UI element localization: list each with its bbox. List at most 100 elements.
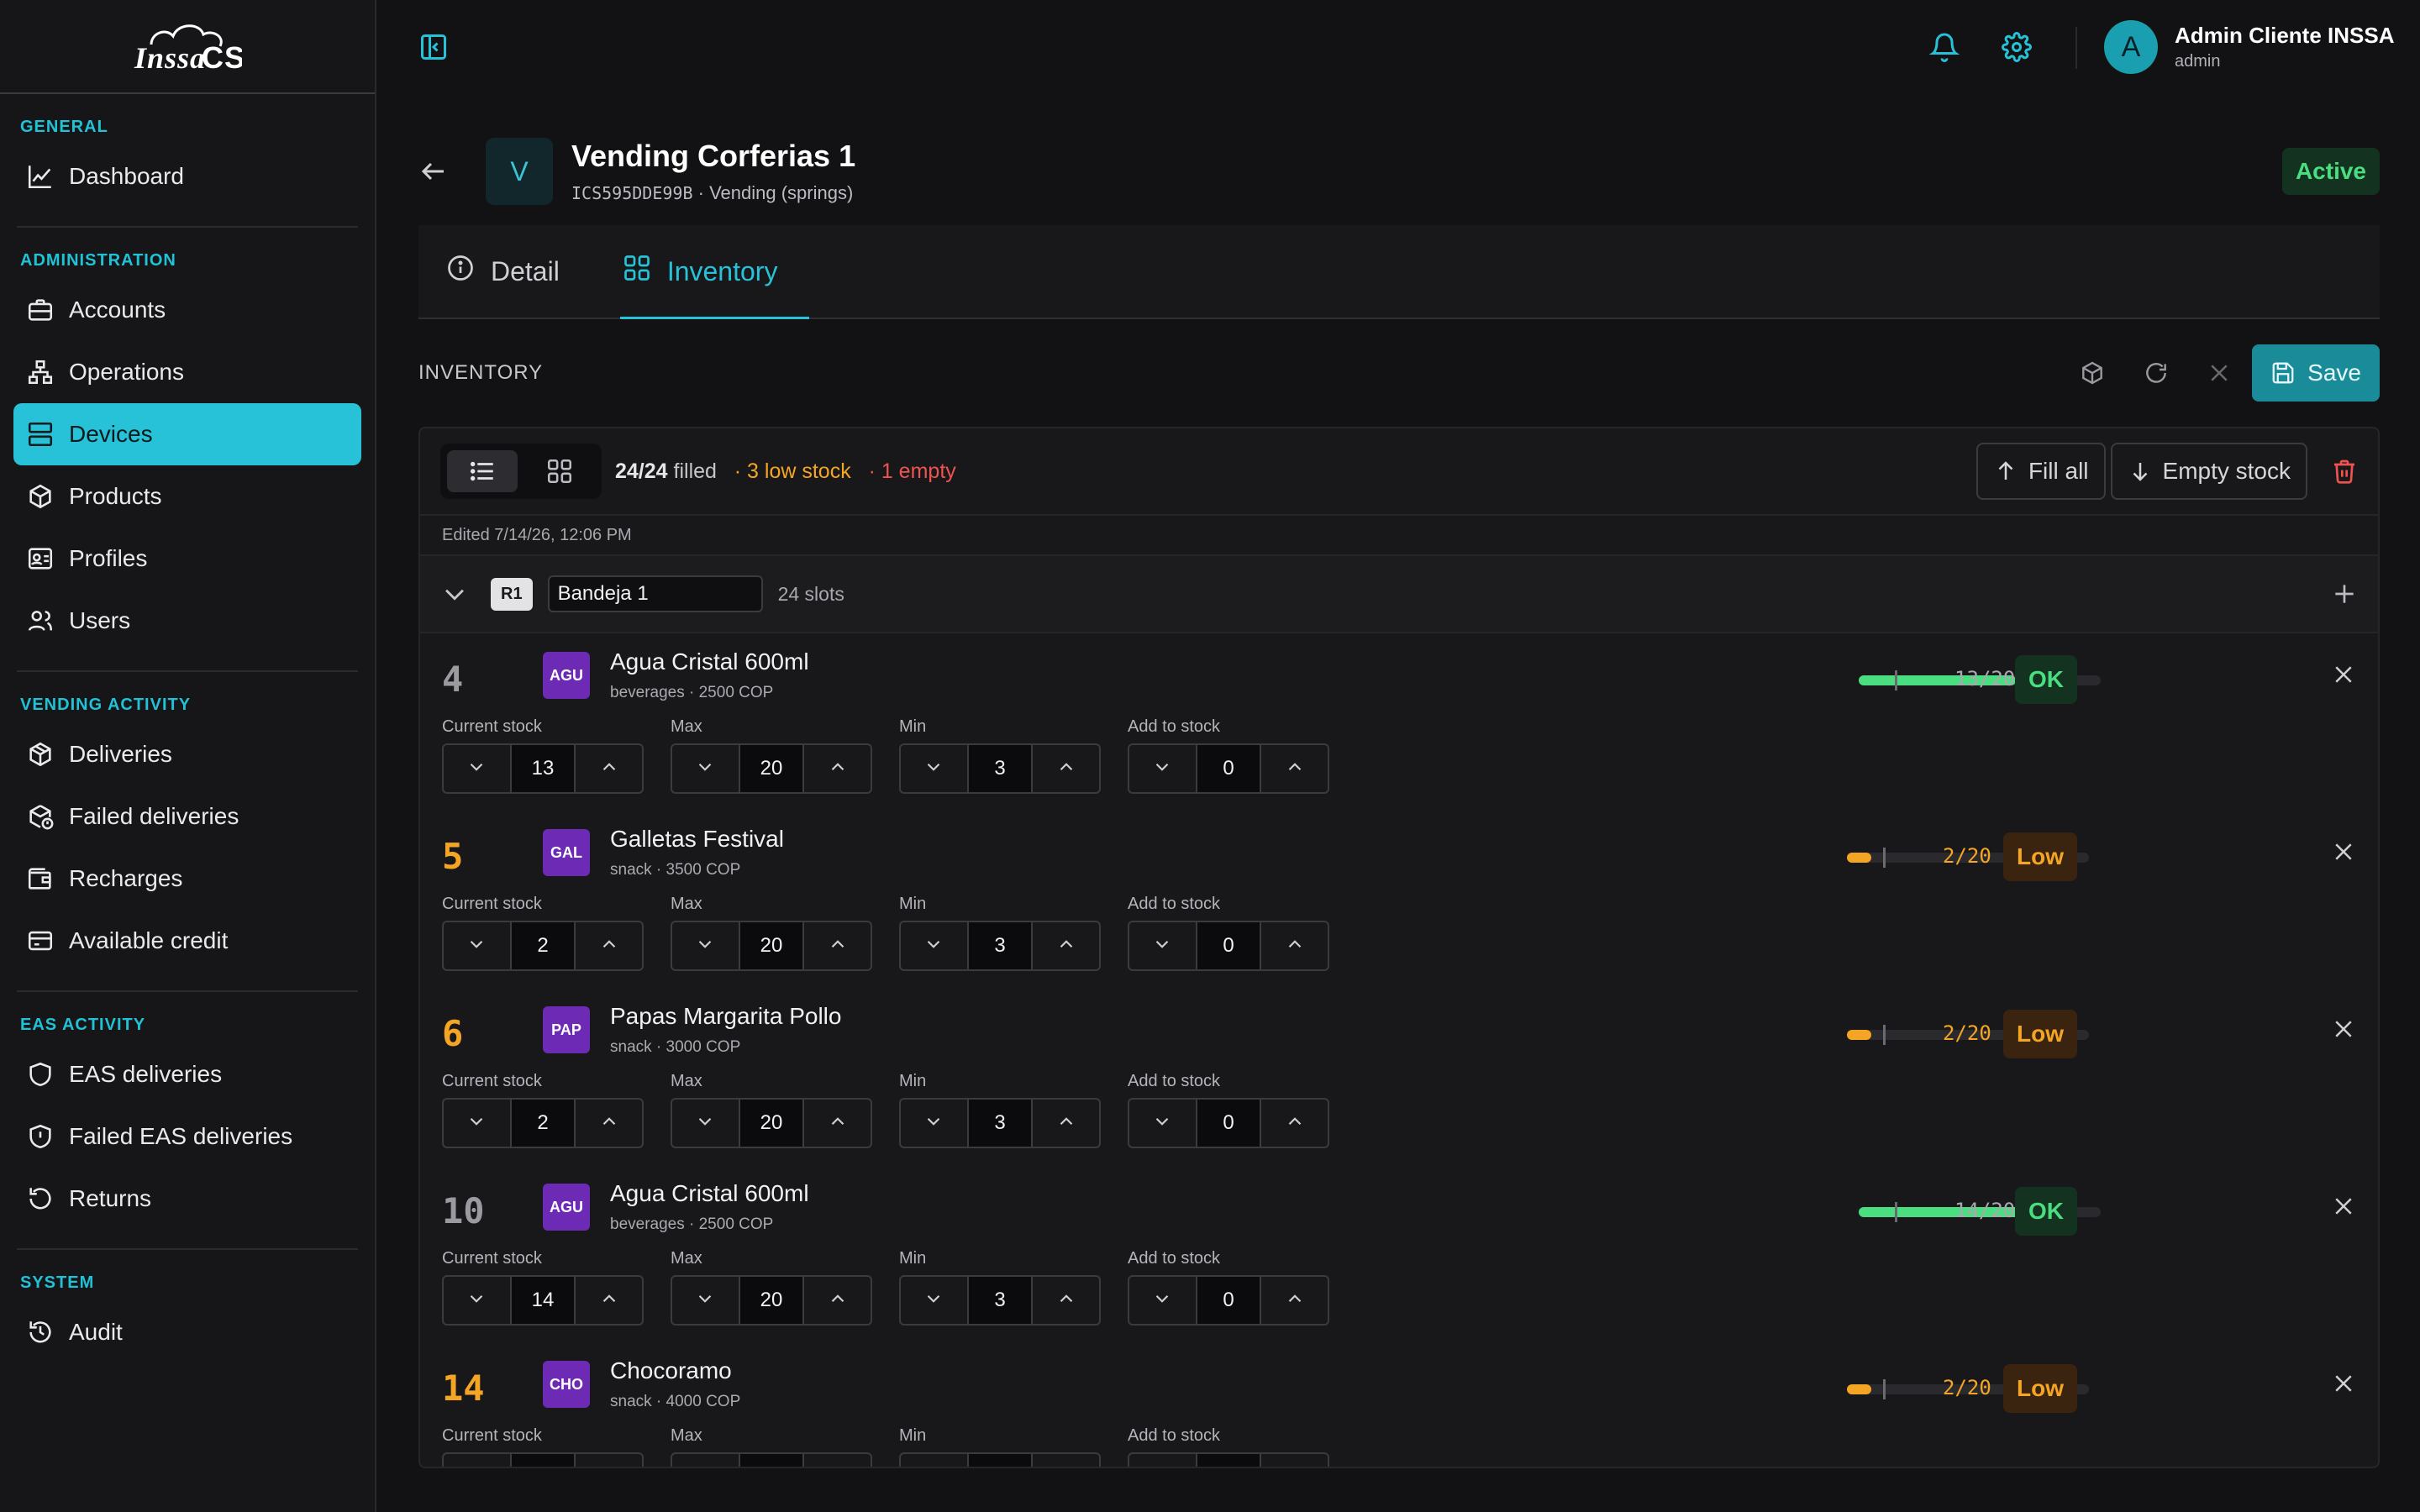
decrement-button[interactable] xyxy=(672,745,739,792)
user-menu[interactable]: A Admin Cliente INSSA admin xyxy=(2104,20,2394,74)
decrement-button[interactable] xyxy=(444,922,510,969)
list-view-button[interactable] xyxy=(447,450,518,492)
min-value[interactable]: 3 xyxy=(966,745,1034,792)
decrement-button[interactable] xyxy=(1129,922,1196,969)
sidebar-item-failed-eas-deliveries[interactable]: Failed EAS deliveries xyxy=(13,1105,361,1168)
current-value[interactable]: 13 xyxy=(509,745,576,792)
remove-slot-icon[interactable] xyxy=(2331,662,2356,691)
add-value[interactable]: 0 xyxy=(1195,1100,1262,1147)
chevron-down-icon[interactable] xyxy=(440,580,469,608)
max-value[interactable]: 20 xyxy=(738,1100,805,1147)
sidebar-toggle-icon[interactable] xyxy=(418,32,449,62)
max-value[interactable]: 20 xyxy=(738,922,805,969)
increment-button[interactable] xyxy=(804,922,871,969)
current-value[interactable]: 2 xyxy=(509,1100,576,1147)
increment-button[interactable] xyxy=(1261,1100,1328,1147)
increment-button[interactable] xyxy=(1033,922,1099,969)
tray-name-input[interactable] xyxy=(547,575,763,612)
sidebar-item-recharges[interactable]: Recharges xyxy=(13,848,361,910)
gear-icon[interactable] xyxy=(2002,32,2032,62)
max-value[interactable] xyxy=(738,1454,805,1467)
empty-stock-button[interactable]: Empty stock xyxy=(2110,443,2307,500)
max-value[interactable]: 20 xyxy=(738,745,805,792)
bell-icon[interactable] xyxy=(1929,32,1960,62)
add-value[interactable]: 0 xyxy=(1195,745,1262,792)
decrement-button[interactable] xyxy=(444,1100,510,1147)
remove-slot-icon[interactable] xyxy=(2331,1194,2356,1223)
add-value[interactable] xyxy=(1195,1454,1262,1467)
back-arrow-icon[interactable] xyxy=(418,156,449,186)
increment-button[interactable] xyxy=(804,1277,871,1324)
current-value[interactable]: 14 xyxy=(509,1277,576,1324)
decrement-button[interactable] xyxy=(672,1277,739,1324)
sidebar-item-deliveries[interactable]: Deliveries xyxy=(13,723,361,785)
sidebar-item-failed-deliveries[interactable]: Failed deliveries xyxy=(13,785,361,848)
min-value[interactable]: 3 xyxy=(966,1100,1034,1147)
fill-all-button[interactable]: Fill all xyxy=(1975,443,2106,500)
decrement-button[interactable] xyxy=(901,922,967,969)
decrement-button[interactable] xyxy=(444,1454,510,1467)
sidebar-item-users[interactable]: Users xyxy=(13,590,361,652)
current-value[interactable] xyxy=(509,1454,576,1467)
current-value[interactable]: 2 xyxy=(509,922,576,969)
add-value[interactable]: 0 xyxy=(1195,922,1262,969)
sidebar-item-dashboard[interactable]: Dashboard xyxy=(13,145,361,207)
increment-button[interactable] xyxy=(576,1454,642,1467)
min-value[interactable]: 3 xyxy=(966,922,1034,969)
decrement-button[interactable] xyxy=(672,922,739,969)
add-value[interactable]: 0 xyxy=(1195,1277,1262,1324)
min-value[interactable]: 3 xyxy=(966,1277,1034,1324)
grid-view-button[interactable] xyxy=(524,450,595,492)
increment-button[interactable] xyxy=(1033,1277,1099,1324)
decrement-button[interactable] xyxy=(444,1277,510,1324)
increment-button[interactable] xyxy=(804,1454,871,1467)
increment-button[interactable] xyxy=(1261,1277,1328,1324)
increment-button[interactable] xyxy=(576,1100,642,1147)
remove-slot-icon[interactable] xyxy=(2331,1016,2356,1046)
increment-button[interactable] xyxy=(576,1277,642,1324)
decrement-button[interactable] xyxy=(672,1454,739,1467)
sidebar-item-products[interactable]: Products xyxy=(13,465,361,528)
decrement-button[interactable] xyxy=(1129,745,1196,792)
cube-icon[interactable] xyxy=(2079,360,2106,386)
min-value[interactable] xyxy=(966,1454,1034,1467)
increment-button[interactable] xyxy=(576,922,642,969)
increment-button[interactable] xyxy=(804,745,871,792)
increment-button[interactable] xyxy=(576,745,642,792)
trash-icon[interactable] xyxy=(2331,458,2358,485)
sidebar-item-operations[interactable]: Operations xyxy=(13,341,361,403)
decrement-button[interactable] xyxy=(901,1454,967,1467)
max-value[interactable]: 20 xyxy=(738,1277,805,1324)
increment-button[interactable] xyxy=(804,1100,871,1147)
close-icon[interactable] xyxy=(2207,360,2232,386)
sidebar-item-returns[interactable]: Returns xyxy=(13,1168,361,1230)
increment-button[interactable] xyxy=(1261,922,1328,969)
increment-button[interactable] xyxy=(1033,745,1099,792)
decrement-button[interactable] xyxy=(1129,1454,1196,1467)
decrement-button[interactable] xyxy=(672,1100,739,1147)
increment-button[interactable] xyxy=(1033,1454,1099,1467)
decrement-button[interactable] xyxy=(444,745,510,792)
sidebar-item-accounts[interactable]: Accounts xyxy=(13,279,361,341)
sidebar-item-available-credit[interactable]: Available credit xyxy=(13,910,361,972)
plus-icon[interactable] xyxy=(2331,580,2358,607)
decrement-button[interactable] xyxy=(1129,1277,1196,1324)
increment-button[interactable] xyxy=(1261,1454,1328,1467)
sidebar-item-eas-deliveries[interactable]: EAS deliveries xyxy=(13,1043,361,1105)
remove-slot-icon[interactable] xyxy=(2331,1371,2356,1400)
tab-detail[interactable]: Detail xyxy=(445,225,592,318)
refresh-icon[interactable] xyxy=(2143,360,2170,386)
sidebar-item-devices[interactable]: Devices xyxy=(13,403,361,465)
decrement-button[interactable] xyxy=(901,1100,967,1147)
sidebar-item-profiles[interactable]: Profiles xyxy=(13,528,361,590)
brand-logo[interactable]: Inssa CS xyxy=(0,0,375,94)
increment-button[interactable] xyxy=(1033,1100,1099,1147)
decrement-button[interactable] xyxy=(901,1277,967,1324)
tab-inventory[interactable]: Inventory xyxy=(619,225,810,319)
remove-slot-icon[interactable] xyxy=(2331,839,2356,869)
increment-button[interactable] xyxy=(1261,745,1328,792)
decrement-button[interactable] xyxy=(901,745,967,792)
sidebar-item-audit[interactable]: Audit xyxy=(13,1301,361,1363)
decrement-button[interactable] xyxy=(1129,1100,1196,1147)
save-button[interactable]: Save xyxy=(2252,344,2380,402)
